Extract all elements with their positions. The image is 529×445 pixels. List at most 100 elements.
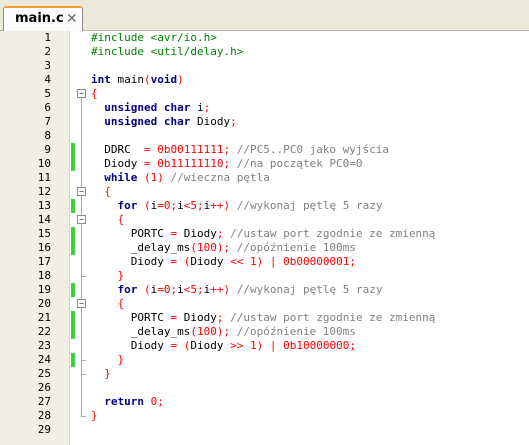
change-marker [71,353,75,367]
line-number: 10 [37,157,51,170]
code-line[interactable]: 3 [0,59,529,73]
line-number: 24 [37,353,51,366]
code-token: i [177,283,184,296]
code-token: i [177,199,184,212]
code-text: DDRC = 0b00111111; //PC5..PC0 jako wyjśc… [91,143,389,157]
fold-toggle-icon[interactable]: − [77,187,86,196]
code-text: { [91,213,125,227]
code-line[interactable]: 26 [0,381,529,395]
code-line[interactable]: 28} [0,409,529,423]
line-number: 20 [37,297,51,310]
code-token: } [91,409,98,422]
code-text: Diody = 0b11111110; //na początek PC0=0 [91,157,363,171]
code-line[interactable]: 23 Diody = (Diody >> 1) | 0b10000000; [0,339,529,353]
code-token: int [91,73,111,86]
line-number: 18 [37,269,51,282]
fold-toggle-icon[interactable]: − [77,215,86,224]
code-token: } [117,353,125,366]
code-line[interactable]: 9 DDRC = 0b00111111; //PC5..PC0 jako wyj… [0,143,529,157]
code-token: //PC5..PC0 jako wyjścia [236,143,390,156]
code-line[interactable]: 13 for (i=0;i<5;i++) //wykonaj pętlę 5 r… [0,199,529,213]
code-text: _delay_ms(100); //opóźnienie 100ms [91,241,356,255]
code-token: { [117,213,125,226]
line-number: 12 [37,185,51,198]
code-text: unsigned char i; [91,101,210,115]
code-token: for [117,283,138,296]
code-line[interactable]: 25 } [0,367,529,381]
code-line[interactable]: 18 } [0,269,529,283]
code-line[interactable]: 29 [0,423,529,437]
code-token: 1 [249,255,257,268]
code-line[interactable]: 1 #include <avr/io.h> [0,31,529,45]
code-token: { [104,185,111,198]
code-line[interactable]: 7 unsigned char Diody; [0,115,529,129]
code-token: 5 [190,283,197,296]
code-text: PORTC = Diody; //ustaw port zgodnie ze z… [91,227,436,241]
line-number: 14 [37,213,51,226]
code-token: 0b11111110 [157,157,224,170]
code-token: ) [157,171,164,184]
code-line[interactable]: 24 } [0,353,529,367]
code-token: 0b10000000 [283,339,350,352]
change-marker [71,311,75,325]
code-line[interactable]: 10 Diody = 0b11111110; //na początek PC0… [0,157,529,171]
code-token: //wykonaj pętlę 5 razy [236,283,383,296]
code-line[interactable]: 12 − { [0,185,529,199]
code-token: #include <util/delay.h> [91,45,244,58]
fold-toggle-icon[interactable]: − [77,299,86,308]
code-text: return 0; [91,395,164,409]
fold-toggle-icon[interactable]: − [77,89,86,98]
line-number: 25 [37,367,51,380]
code-line[interactable]: 16 _delay_ms(100); //opóźnienie 100ms [0,241,529,255]
code-text: { [91,87,98,101]
code-line[interactable]: 2 #include <util/delay.h> [0,45,529,59]
code-text: } [91,367,111,381]
code-token: void [150,73,178,86]
code-token: PORTC [91,227,171,240]
close-icon[interactable]: ✕ [66,11,78,27]
code-token: i [190,101,204,114]
change-marker [71,241,75,255]
code-line[interactable]: 5 −{ [0,87,529,101]
code-token: >> [230,339,244,352]
code-line[interactable]: 20 − { [0,297,529,311]
code-line[interactable]: 11 while (1) //wieczna pętla [0,171,529,185]
code-line[interactable]: 15 PORTC = Diody; //ustaw port zgodnie z… [0,227,529,241]
code-line[interactable]: 27 return 0; [0,395,529,409]
code-token: ++) [210,199,231,212]
code-editor[interactable]: 1 #include <avr/io.h> 2 #include <util/dela… [0,31,529,445]
code-token: return [104,395,144,408]
code-line[interactable]: 4 int main(void) [0,73,529,87]
code-token: ( [144,171,151,184]
line-number: 26 [37,381,51,394]
code-token: ; [230,115,237,128]
code-token: DDRC [91,143,144,156]
line-number: 19 [37,283,51,296]
code-line[interactable]: 17 Diody = (Diody << 1) | 0b00000001; [0,255,529,269]
code-token: for [117,199,138,212]
code-token: ; [197,199,204,212]
code-line[interactable]: 21 PORTC = Diody; //ustaw port zgodnie z… [0,311,529,325]
code-token: 0b00000001 [283,255,350,268]
code-token: //na początek PC0=0 [236,157,363,170]
code-line[interactable]: 22 _delay_ms(100); //opóźnienie 100ms [0,325,529,339]
code-line[interactable]: 14 − { [0,213,529,227]
code-line[interactable]: 6 unsigned char i; [0,101,529,115]
code-token: ) [177,73,184,86]
code-token: ( [144,283,151,296]
line-number: 28 [37,409,51,422]
code-line[interactable]: 19 for (i=0;i<5;i++) //wykonaj pętlę 5 r… [0,283,529,297]
tab-main-c[interactable]: main.c ✕ [3,6,83,31]
code-line[interactable]: 8 [0,129,529,143]
code-token: ( [190,325,197,338]
